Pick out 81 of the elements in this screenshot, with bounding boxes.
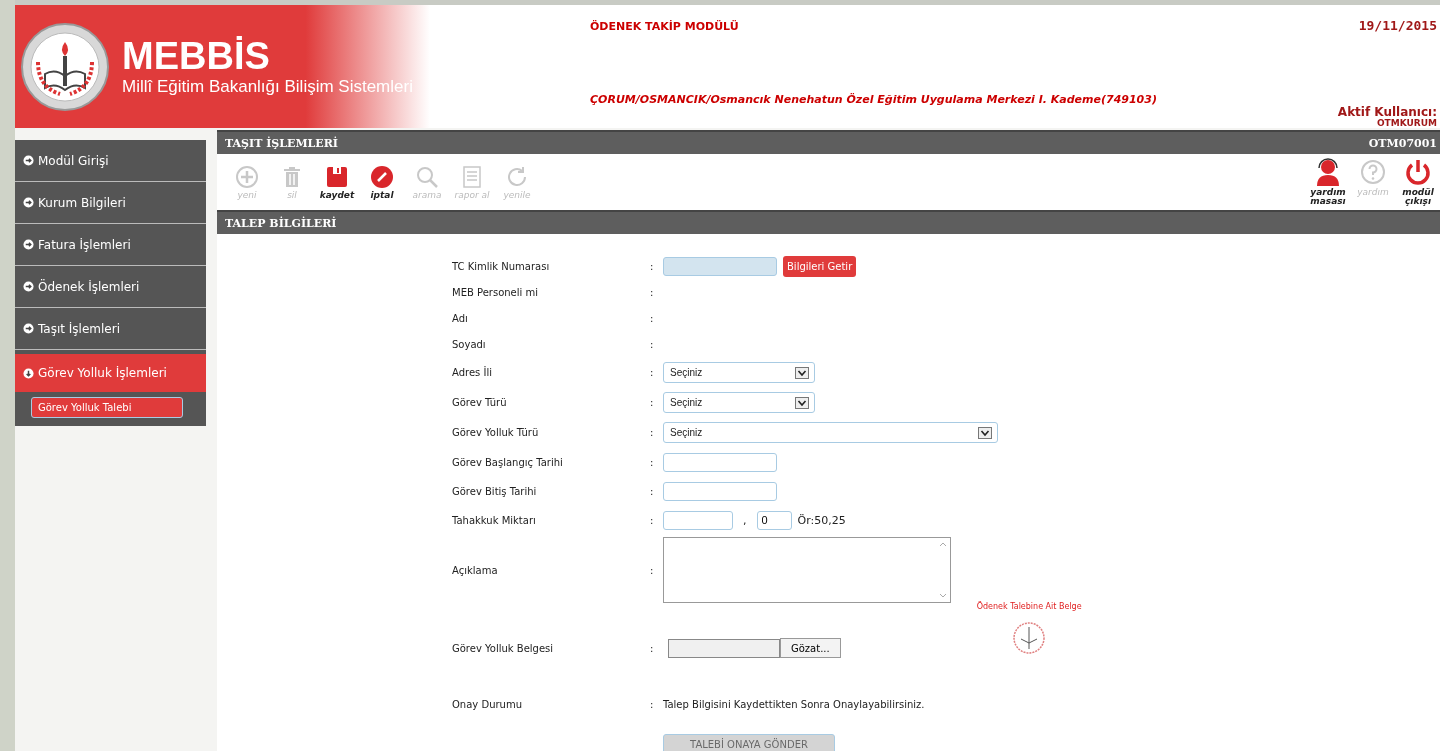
input-field[interactable]: [663, 257, 777, 276]
power-icon: [1404, 158, 1432, 186]
input-field[interactable]: 0: [756, 510, 792, 530]
field-label: Tahakkuk Miktarı: [452, 514, 537, 526]
search-icon: [415, 164, 439, 189]
file-path-field[interactable]: [668, 638, 780, 658]
down-arrow-circle-icon: [23, 367, 34, 379]
format-hint: Ör:50,25: [797, 513, 846, 527]
dropdown-arrow-icon: [795, 396, 809, 409]
dropdown-arrow-icon: [795, 366, 809, 379]
date-text: 19/11/2015: [1358, 18, 1437, 33]
right-arrow-circle-icon: [23, 197, 34, 208]
colon-separator: :: [650, 698, 655, 710]
toolbar-button[interactable]: iptal: [364, 164, 400, 200]
help-icon: [1359, 158, 1387, 186]
refresh-icon: [505, 164, 529, 189]
right-arrow-circle-icon: [23, 155, 34, 166]
colon-separator: :: [650, 261, 655, 272]
menu-item[interactable]: Taşıt İşlemleri: [15, 308, 206, 350]
headset-user-icon: [1314, 158, 1342, 186]
text-area[interactable]: [663, 537, 951, 603]
field-label: Görev Bitiş Tarihi: [452, 485, 538, 497]
active-user-name: OTMKURUM: [1376, 119, 1437, 128]
toolbar-button[interactable]: yardım masası: [1310, 158, 1346, 206]
institution-name: ÇORUM/OSMANCIK/Osmancık Nenehatun Özel Eğitim Uygulama Merkezi I. Kademe(749103): [590, 93, 1157, 106]
right-arrow-circle-icon: [23, 239, 34, 250]
logo-title: MEBBİS: [122, 35, 271, 78]
toolbar-button[interactable]: kaydet: [319, 164, 355, 200]
input-field[interactable]: [663, 452, 777, 472]
colon-separator: :: [650, 642, 655, 654]
field-label: Adı: [452, 313, 469, 324]
input-field[interactable]: [663, 510, 733, 530]
menu-item[interactable]: Görev Yolluk İşlemleri: [15, 354, 206, 392]
dropdown[interactable]: Seçiniz: [663, 392, 815, 413]
field-label: Açıklama: [452, 564, 499, 576]
colon-separator: :: [650, 514, 655, 526]
field-label: Görev Yolluk Türü: [452, 427, 540, 438]
colon-separator: :: [650, 367, 655, 378]
toolbar-button[interactable]: modül çıkışı: [1400, 158, 1436, 206]
menu-item[interactable]: Fatura İşlemleri: [15, 224, 206, 266]
dropdown-arrow-icon: [978, 426, 992, 439]
right-arrow-circle-icon: [23, 323, 34, 334]
screen-code: OTM07001: [1368, 136, 1437, 150]
colon-separator: :: [650, 456, 655, 468]
field-label: MEB Personeli mi: [452, 287, 539, 298]
document-link[interactable]: Ödenek Talebine Ait Belge: [976, 601, 1082, 611]
module-title: ÖDENEK TAKİP MODÜLÜ: [590, 20, 739, 33]
menu-item[interactable]: Ödenek İşlemleri: [15, 266, 206, 308]
input-field[interactable]: [663, 481, 777, 501]
save-icon: [325, 164, 349, 189]
colon-separator: :: [650, 397, 655, 408]
right-arrow-circle-icon: [23, 281, 34, 292]
menu-item[interactable]: Modül Girişi: [15, 140, 206, 182]
field-label: Adres İli: [452, 367, 493, 378]
dropdown[interactable]: Seçiniz: [663, 362, 815, 383]
decimal-separator: ,: [742, 513, 748, 527]
active-user-label: Aktif Kullanıcı:: [1337, 105, 1437, 119]
colon-separator: :: [650, 287, 655, 298]
colon-separator: :: [650, 313, 655, 324]
field-label: Onay Durumu: [452, 698, 523, 710]
colon-separator: :: [650, 427, 655, 438]
colon-separator: :: [650, 485, 655, 497]
colon-separator: :: [650, 564, 655, 576]
section-title: TALEP BİLGİLERİ: [225, 216, 337, 230]
status-text: Talep Bilgisini Kaydettikten Sonra Onaylayabilirsiniz.: [663, 698, 925, 710]
document-icon: [460, 164, 484, 189]
cancel-icon: [370, 164, 394, 189]
field-label: Görev Başlangıç Tarihi: [452, 456, 564, 468]
dropdown[interactable]: Seçiniz: [663, 422, 998, 443]
fetch-button[interactable]: Bilgileri Getir: [783, 256, 857, 277]
menu-item[interactable]: Kurum Bilgileri: [15, 182, 206, 224]
field-label: Soyadı: [452, 339, 487, 350]
colon-separator: :: [650, 339, 655, 350]
add-icon: [235, 164, 259, 189]
browse-button[interactable]: Gözat...: [780, 638, 841, 658]
field-label: Görev Yolluk Belgesi: [452, 642, 555, 654]
field-label: TC Kimlik Numarası: [452, 261, 551, 272]
field-label: Görev Türü: [452, 397, 508, 408]
page-title: TAŞIT İŞLEMLERİ: [225, 136, 338, 150]
scrollbar-icon: [938, 540, 948, 600]
submenu-item[interactable]: Görev Yolluk Talebi: [31, 397, 183, 418]
